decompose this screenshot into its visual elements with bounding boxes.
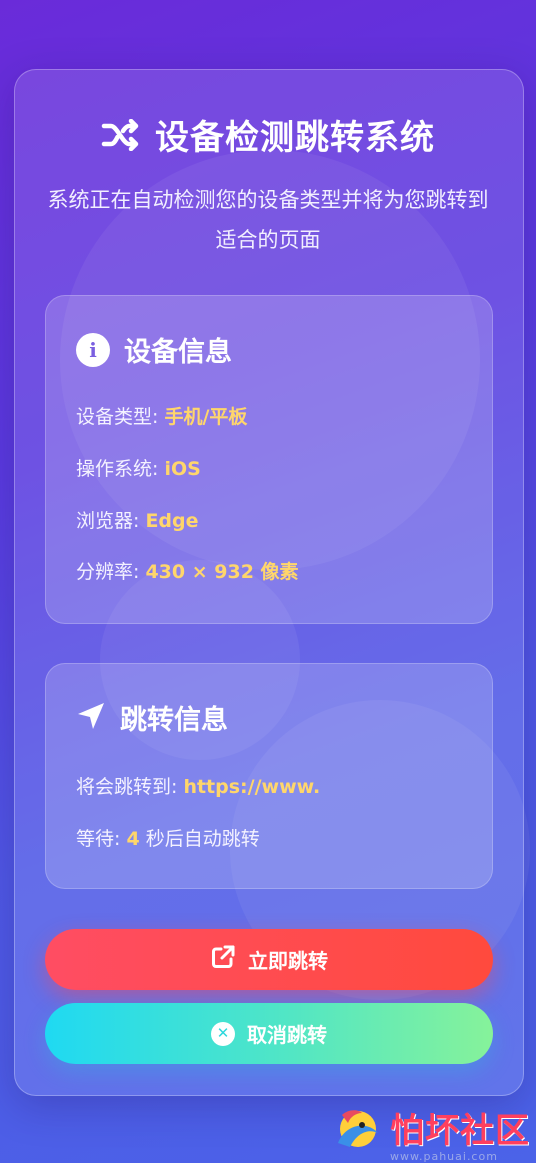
page-title: 设备检测跳转系统 bbox=[155, 118, 435, 158]
info-circle-icon: i bbox=[76, 332, 110, 367]
external-link-icon bbox=[210, 944, 236, 975]
browser-value: Edge bbox=[145, 510, 199, 532]
device-info-title: 设备信息 bbox=[124, 337, 232, 368]
cancel-redirect-button[interactable]: ✕ 取消跳转 bbox=[45, 1003, 493, 1064]
cancel-redirect-label: 取消跳转 bbox=[247, 1023, 327, 1047]
browser-row: 浏览器: Edge bbox=[76, 506, 199, 533]
countdown-suffix: 秒后自动跳转 bbox=[139, 828, 260, 850]
location-arrow-icon bbox=[76, 701, 106, 735]
redirect-info-header: 跳转信息 bbox=[76, 698, 228, 737]
resolution-label: 分辨率: bbox=[76, 561, 146, 583]
watermark-text: 怕坏社区 bbox=[390, 1111, 530, 1151]
os-row: 操作系统: iOS bbox=[76, 454, 201, 481]
os-value: iOS bbox=[164, 458, 201, 480]
countdown-label: 等待: bbox=[76, 828, 127, 850]
shuffle-icon bbox=[101, 118, 141, 151]
redirect-target-row: 将会跳转到: https://www. bbox=[76, 772, 320, 799]
countdown-row: 等待: 4 秒后自动跳转 bbox=[76, 824, 260, 851]
device-type-row: 设备类型: 手机/平板 bbox=[76, 402, 247, 429]
close-circle-icon: ✕ bbox=[211, 1021, 235, 1046]
resolution-row: 分辨率: 430 × 932 像素 bbox=[76, 557, 299, 584]
redirect-now-button[interactable]: 立即跳转 bbox=[45, 929, 493, 990]
redirect-info-title: 跳转信息 bbox=[120, 705, 228, 736]
os-label: 操作系统: bbox=[76, 458, 165, 480]
redirect-info-panel: 跳转信息 将会跳转到: https://www. 等待: 4 秒后自动跳转 bbox=[45, 663, 493, 889]
device-info-panel: i 设备信息 设备类型: 手机/平板 操作系统: iOS 浏览器: Edge 分… bbox=[45, 295, 493, 624]
resolution-value: 430 × 932 像素 bbox=[145, 561, 299, 583]
countdown-seconds: 4 bbox=[126, 828, 140, 850]
device-type-value: 手机/平板 bbox=[164, 406, 248, 428]
watermark-logo-icon bbox=[328, 1103, 384, 1163]
browser-label: 浏览器: bbox=[76, 510, 146, 532]
site-watermark: 怕坏社区 www.pahuai.com bbox=[328, 1103, 530, 1163]
header: 设备检测跳转系统 bbox=[0, 110, 536, 159]
watermark-url: www.pahuai.com bbox=[390, 1150, 498, 1163]
redirect-now-label: 立即跳转 bbox=[248, 949, 328, 973]
redirect-target-label: 将会跳转到: bbox=[76, 776, 184, 798]
device-info-header: i 设备信息 bbox=[76, 330, 232, 369]
page-subtitle: 系统正在自动检测您的设备类型并将为您跳转到适合的页面 bbox=[47, 188, 489, 252]
device-type-label: 设备类型: bbox=[76, 406, 165, 428]
redirect-target-url[interactable]: https://www. bbox=[183, 776, 320, 798]
